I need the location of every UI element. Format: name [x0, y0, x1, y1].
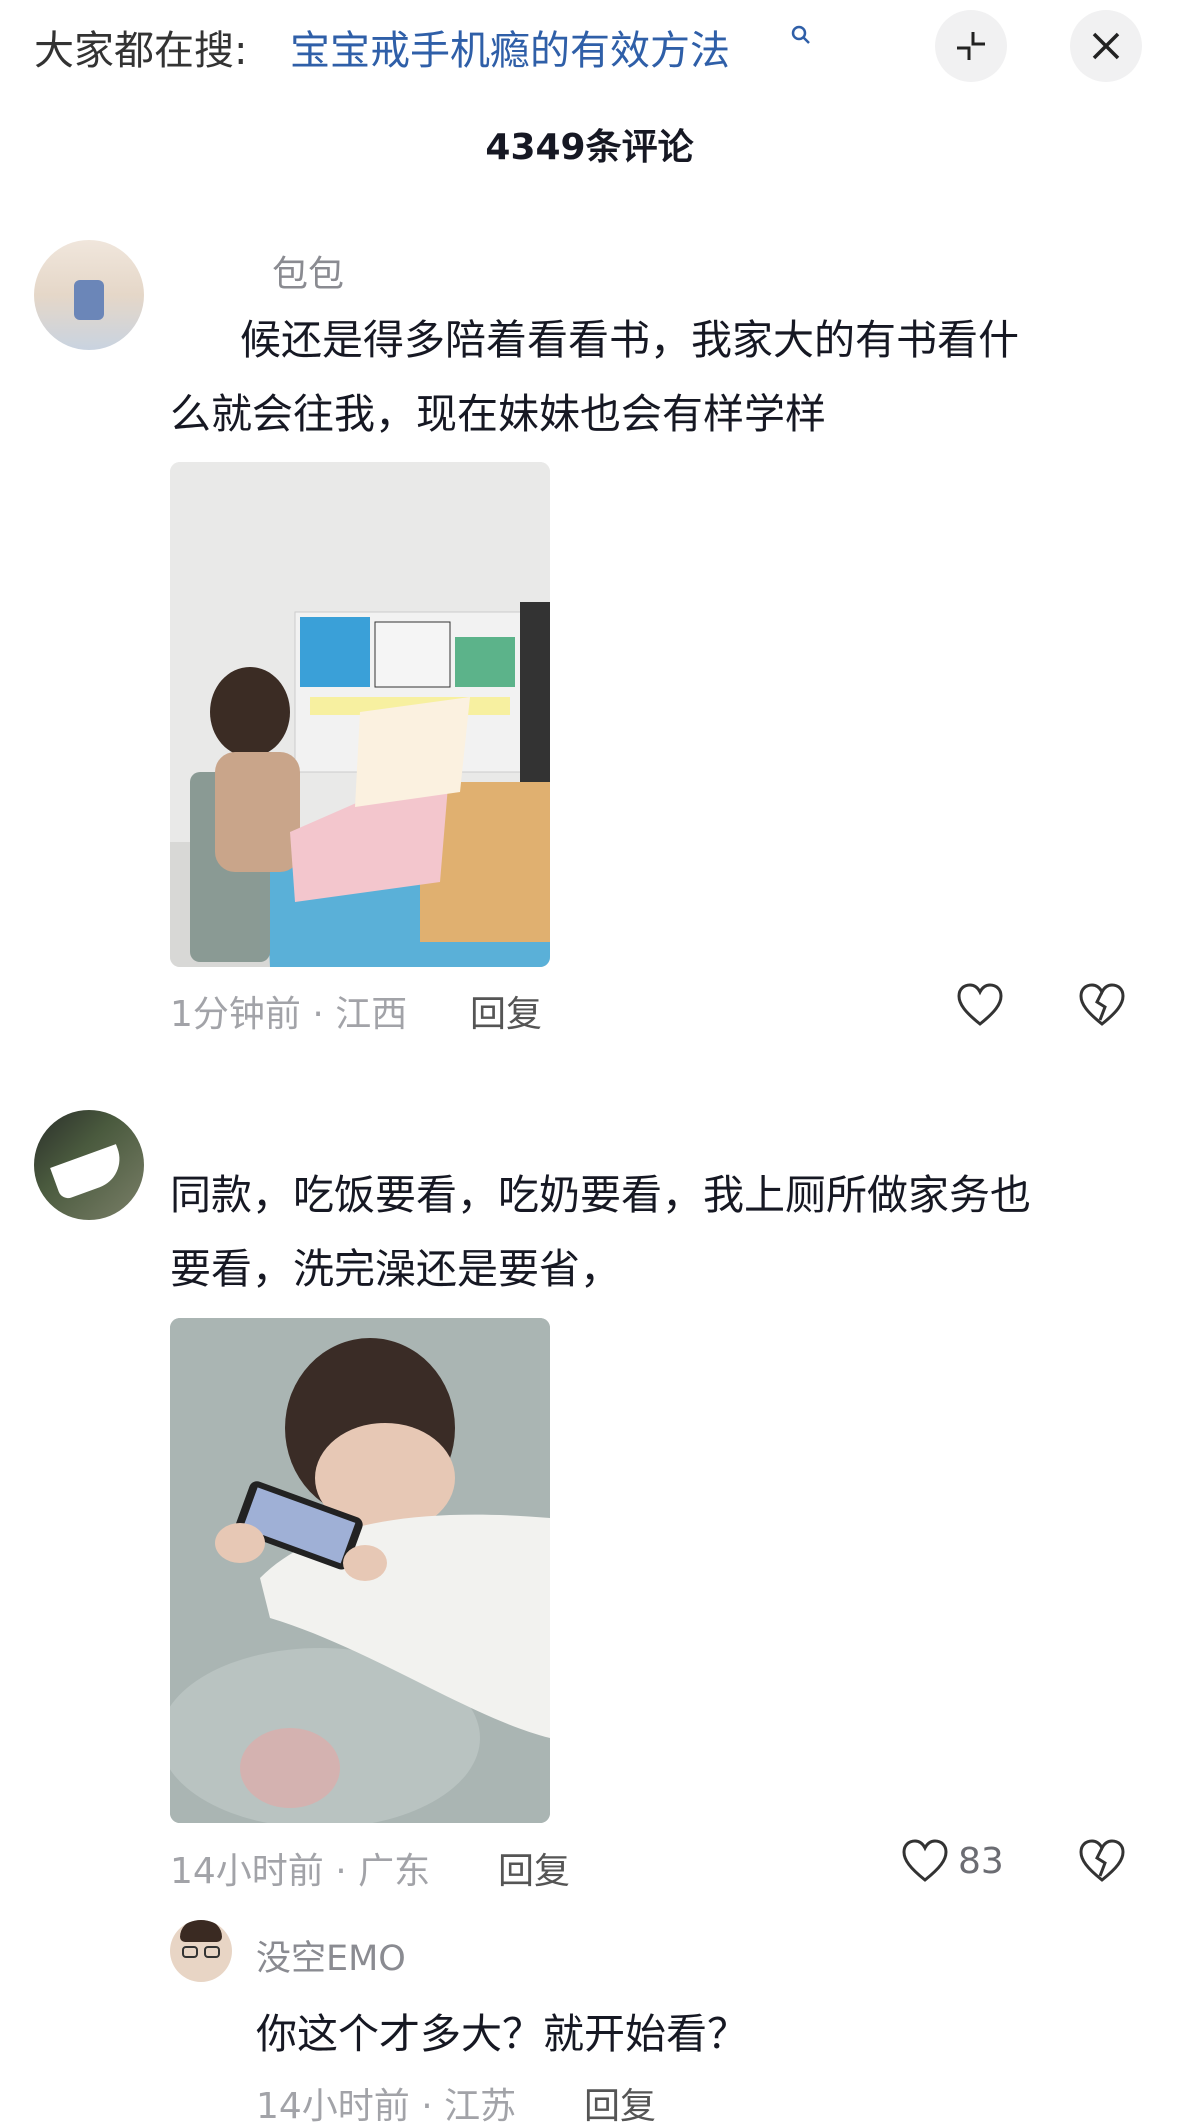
like-button[interactable] — [955, 982, 1013, 1028]
like-button[interactable]: 83 — [900, 1838, 1004, 1884]
baby-phone-photo — [170, 1318, 550, 1823]
collapse-button[interactable] — [935, 10, 1007, 82]
close-icon — [1092, 32, 1120, 60]
comment-text-line: 候还是得多陪着看看书，我家大的有书看什 — [240, 316, 1019, 364]
reply-username[interactable]: 没空EMO — [256, 1930, 406, 1981]
heart-icon — [902, 1839, 948, 1882]
child-reading-photo — [170, 462, 550, 967]
comment-image[interactable] — [170, 462, 550, 967]
reply-button[interactable]: 回复 — [498, 1842, 570, 1894]
reply-text: 你这个才多大？就开始看？ — [256, 2010, 748, 2058]
search-prefix-label: 大家都在搜: — [34, 28, 248, 74]
like-count: 83 — [958, 1840, 1004, 1882]
comment-username[interactable]: 包包 — [272, 245, 344, 297]
comment-count-title: 4349条评论 — [485, 127, 694, 168]
comment-time-location: 1分钟前 · 江西 — [170, 994, 408, 1035]
reply-button[interactable]: 回复 — [470, 985, 542, 1037]
heart-icon — [957, 983, 1003, 1026]
reply-button[interactable]: 回复 — [584, 2077, 656, 2123]
avatar[interactable] — [34, 1110, 144, 1220]
dislike-button[interactable] — [1077, 1838, 1127, 1888]
dislike-button[interactable] — [1077, 982, 1127, 1032]
reply-time-location: 14小时前 · 江苏 — [256, 2086, 517, 2123]
search-suggestion-link[interactable]: 宝宝戒手机瘾的有效方法 — [290, 18, 730, 76]
close-button[interactable] — [1070, 10, 1142, 82]
collapse-icon — [957, 32, 985, 60]
comment-image[interactable] — [170, 1318, 550, 1823]
comment-time-location: 14小时前 · 广东 — [170, 1851, 431, 1892]
search-icon — [791, 25, 810, 44]
comment-text-line: 么就会往我，现在妹妹也会有样学样 — [170, 390, 826, 438]
broken-heart-icon — [1079, 1839, 1125, 1882]
broken-heart-icon — [1079, 983, 1125, 1026]
top-search-bar: 大家都在搜: 宝宝戒手机瘾的有效方法 — [0, 0, 1179, 95]
avatar[interactable] — [34, 240, 144, 350]
comment-text-line: 要看，洗完澡还是要省， — [170, 1245, 621, 1293]
avatar[interactable] — [170, 1920, 232, 1982]
comment-text-line: 同款，吃饭要看，吃奶要看，我上厕所做家务也 — [170, 1171, 1031, 1219]
